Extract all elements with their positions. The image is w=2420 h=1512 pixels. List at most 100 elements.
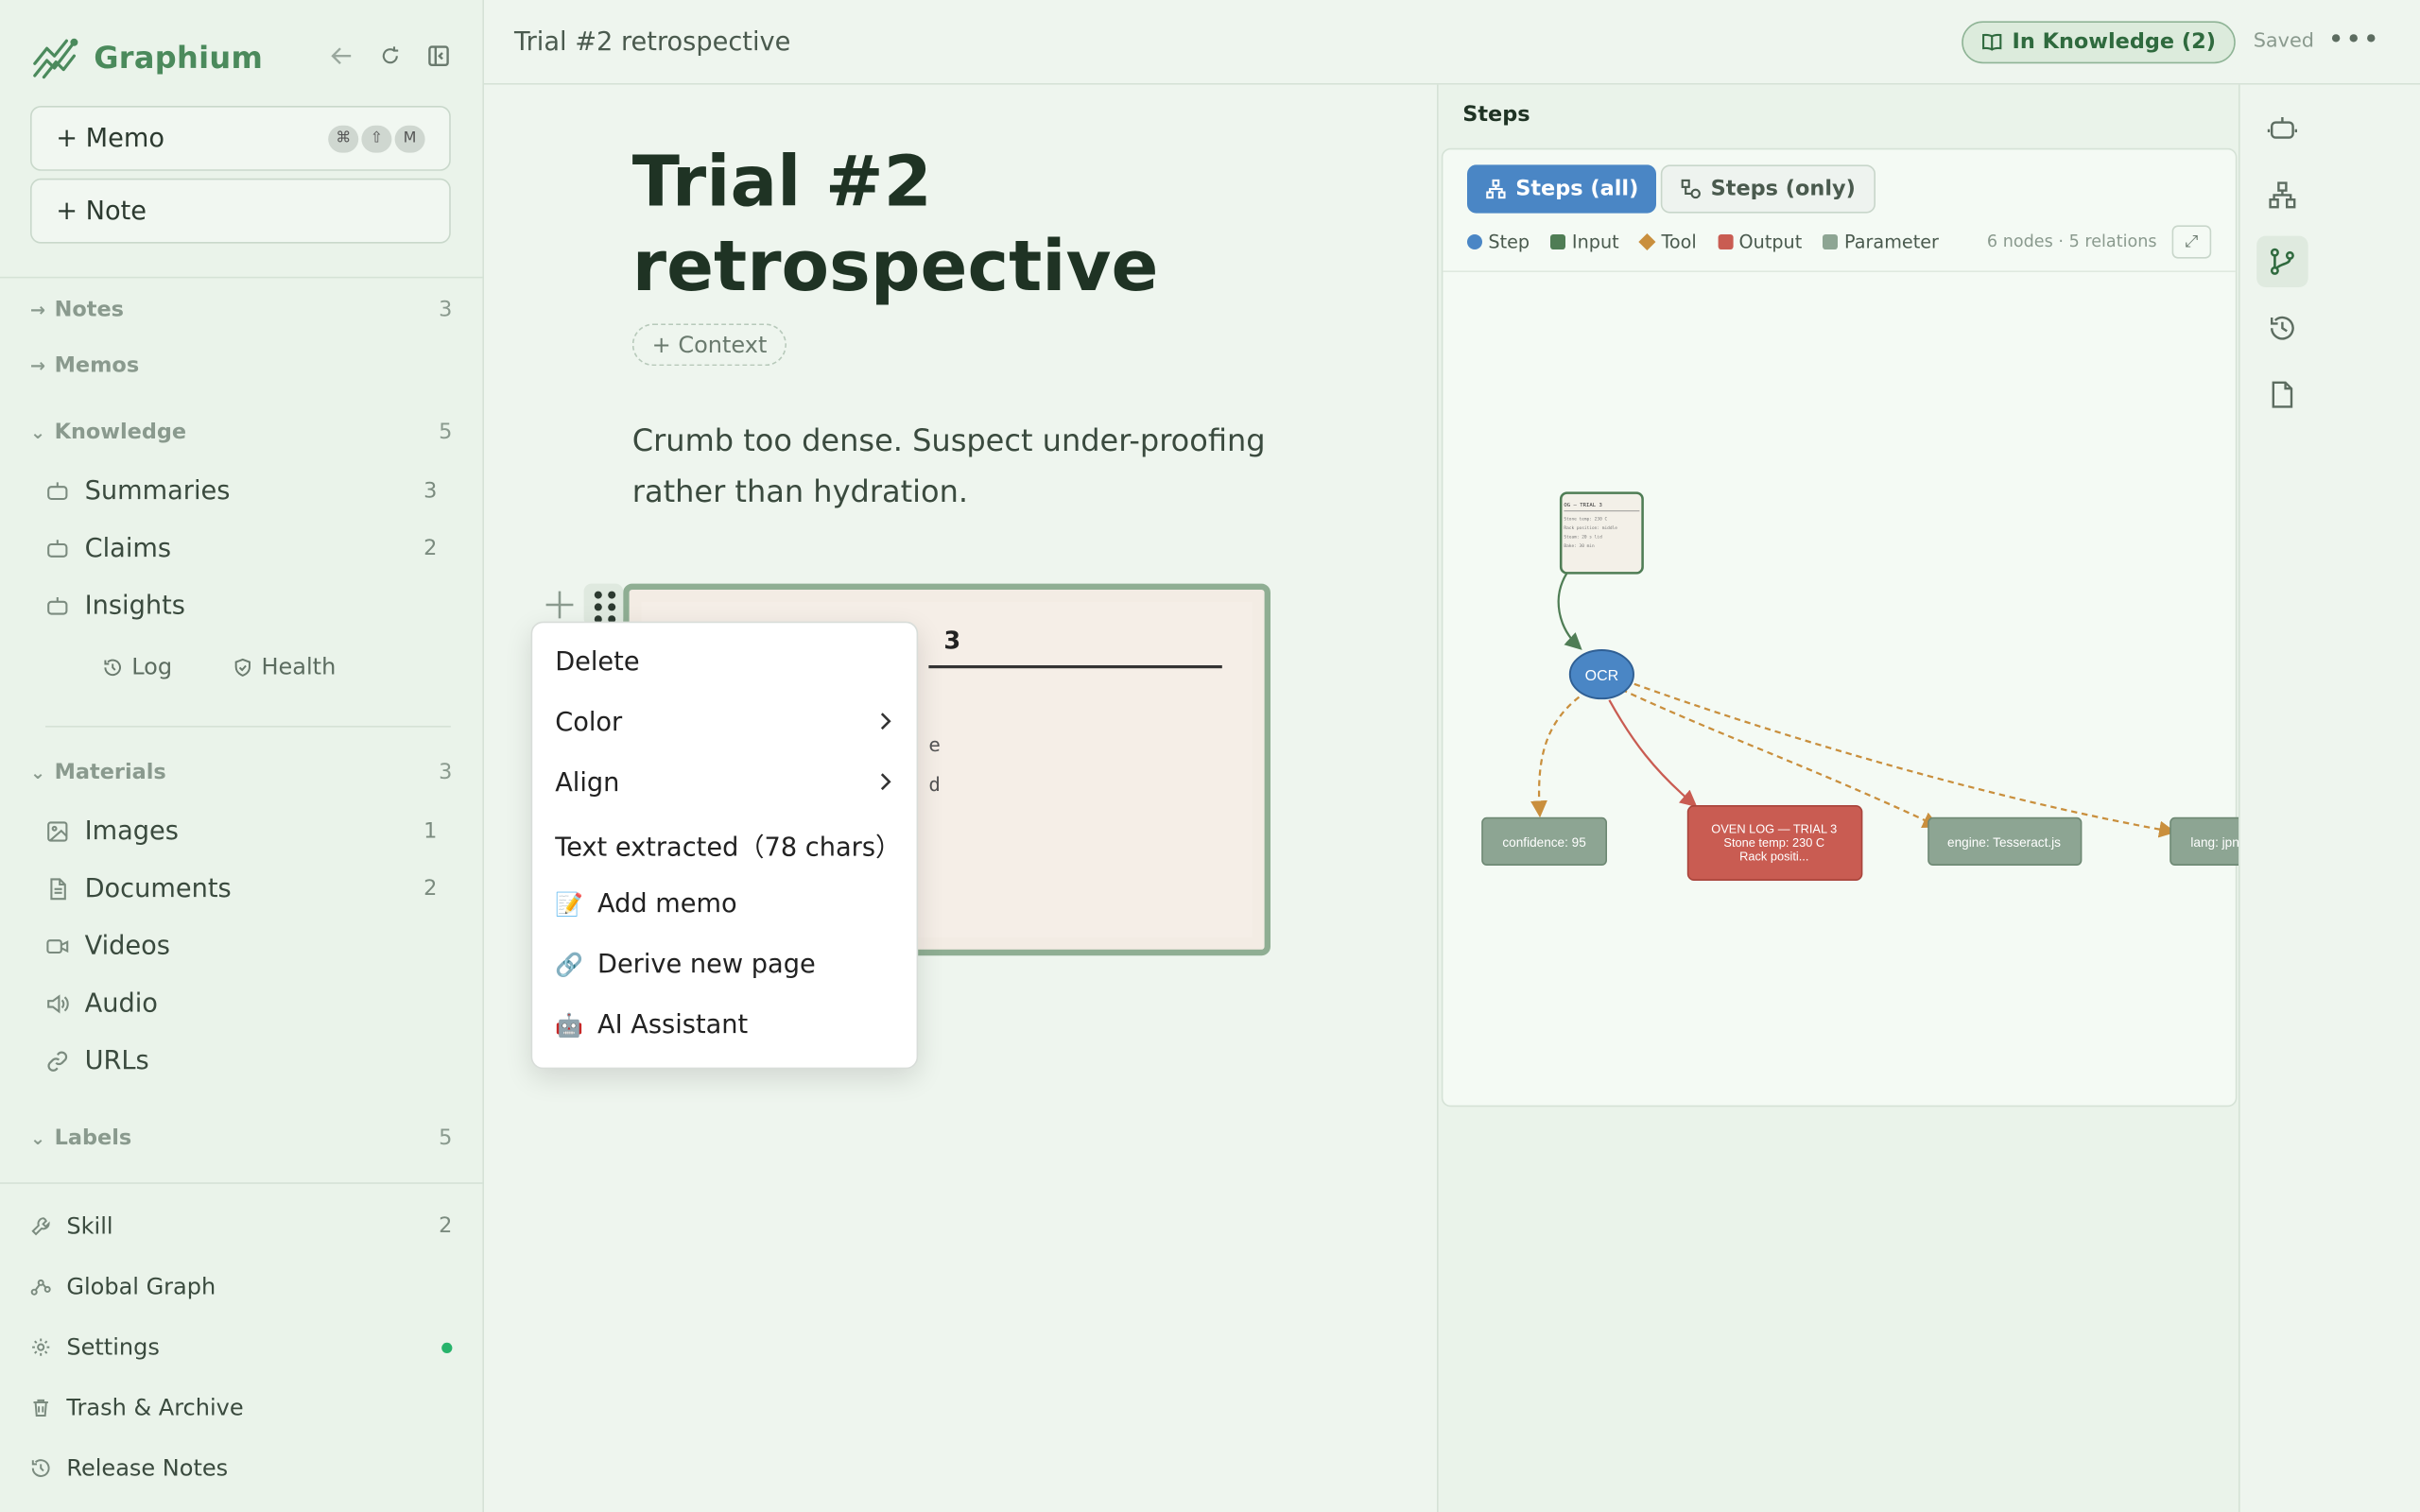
new-memo-button[interactable]: + Memo ⌘ ⇧ M — [30, 106, 451, 171]
chevron-down-icon: ⌄ — [30, 1127, 46, 1149]
body-paragraph[interactable]: Crumb too dense. Suspect under-proofing … — [632, 414, 1298, 517]
collapse-sidebar-icon[interactable] — [425, 43, 453, 70]
section-count: 5 — [439, 420, 453, 445]
param-node-engine[interactable]: engine: Tesseract.js — [1927, 816, 2083, 867]
new-note-button[interactable]: + Note — [30, 178, 451, 244]
section-labels[interactable]: ⌄ Labels 5 — [30, 1124, 452, 1154]
input-node-line: Steam: 20 s lid — [1564, 535, 1602, 541]
badge-label: In Knowledge (2) — [2012, 30, 2216, 55]
expand-icon[interactable]: ⤢ — [2171, 225, 2212, 259]
sidebar-item-label: Audio — [84, 988, 158, 1020]
legend-swatch — [1550, 234, 1566, 249]
section-count: 3 — [439, 298, 453, 322]
sidebar-item-count: 2 — [424, 877, 438, 902]
param-node-confidence[interactable]: confidence: 95 — [1481, 816, 1608, 867]
param-node-lang[interactable]: lang: jpn+eng — [2169, 816, 2238, 866]
add-block-icon[interactable] — [542, 587, 578, 623]
section-materials[interactable]: ⌄ Materials 3 — [30, 758, 452, 788]
sidebar-item-trash[interactable]: Trash & Archive — [30, 1389, 452, 1425]
menu-item-label: Add memo — [597, 888, 737, 919]
legend-swatch — [1638, 232, 1657, 251]
sidebar-item-videos[interactable]: Videos — [45, 925, 437, 968]
step-node-ocr[interactable]: OCR — [1568, 649, 1634, 700]
sidebar: Graphium + Memo ⌘ ⇧ M + Note → Notes 3 →… — [0, 0, 484, 1512]
menu-item-align[interactable]: Align — [532, 753, 916, 814]
add-context-button[interactable]: + Context — [631, 323, 787, 367]
menu-item-color[interactable]: Color — [532, 693, 916, 753]
menu-item-derive-page[interactable]: 🔗 Derive new page — [532, 935, 916, 995]
sidebar-item-claims[interactable]: Claims 2 — [45, 527, 437, 570]
branch-icon[interactable] — [2256, 235, 2308, 287]
sidebar-item-audio[interactable]: Audio — [45, 983, 437, 1025]
input-node[interactable]: OG — TRIAL 3 Stone temp: 230 C Rack posi… — [1559, 491, 1644, 575]
sidebar-item-documents[interactable]: Documents 2 — [45, 868, 437, 910]
sidebar-item-label: Images — [84, 816, 179, 847]
menu-item-text-extracted[interactable]: Text extracted（78 chars） — [532, 814, 916, 874]
drag-handle-icon[interactable] — [583, 583, 624, 627]
brand[interactable]: Graphium — [30, 33, 263, 81]
param-node-label: confidence: 95 — [1502, 835, 1585, 850]
robot-icon — [45, 537, 70, 561]
graph-legend: Step Input Tool Output Parameter — [1467, 232, 1939, 252]
chevron-down-icon: ⌄ — [30, 762, 46, 783]
edge-step-to-confidence — [1530, 696, 1581, 818]
arrow-right-icon: → — [30, 299, 46, 321]
link-icon — [45, 1049, 70, 1074]
tab-steps-all[interactable]: Steps (all) — [1467, 164, 1657, 214]
legend-swatch — [1718, 234, 1734, 249]
legend-step: Step — [1467, 232, 1530, 252]
output-node-line: OVEN LOG — TRIAL 3 — [1711, 822, 1837, 836]
in-knowledge-badge[interactable]: In Knowledge (2) — [1962, 21, 2236, 64]
shortcut-key: ⇧ — [361, 125, 392, 152]
hierarchy-icon — [1486, 179, 1506, 199]
chevron-right-icon — [879, 769, 894, 798]
legend-swatch — [1467, 234, 1482, 249]
page-title[interactable]: Trial #2 retrospective — [632, 139, 1283, 308]
graphium-logo-icon — [33, 38, 78, 79]
section-notes[interactable]: → Notes 3 — [30, 295, 452, 325]
panel-title: Steps — [1462, 102, 1530, 128]
sidebar-item-health[interactable]: Health — [233, 653, 336, 680]
sidebar-item-urls[interactable]: URLs — [45, 1040, 437, 1083]
menu-item-add-memo[interactable]: 📝 Add memo — [532, 874, 916, 935]
sidebar-item-count: 2 — [424, 537, 438, 561]
tab-steps-only[interactable]: Steps (only) — [1660, 164, 1876, 214]
refresh-icon[interactable] — [376, 43, 404, 70]
divider — [0, 276, 484, 279]
param-node-label: engine: Tesseract.js — [1947, 835, 2061, 850]
status-dot — [441, 1342, 453, 1353]
document-icon — [45, 877, 70, 902]
tab-label: Steps (all) — [1515, 177, 1639, 201]
sidebar-item-label: URLs — [84, 1046, 149, 1077]
legend-label: Tool — [1661, 231, 1697, 253]
document-icon[interactable] — [2266, 378, 2299, 411]
menu-item-ai-assistant[interactable]: 🤖 AI Assistant — [532, 995, 916, 1056]
video-icon — [45, 935, 70, 959]
chevron-down-icon: ⌄ — [30, 421, 46, 443]
legend-label: Output — [1738, 231, 1803, 253]
hierarchy-icon[interactable] — [2266, 179, 2299, 212]
section-memos[interactable]: → Memos — [30, 351, 452, 381]
flow-icon — [1681, 179, 1701, 199]
menu-item-label: Text extracted（78 chars） — [555, 832, 902, 863]
app-name: Graphium — [94, 39, 264, 76]
section-knowledge[interactable]: ⌄ Knowledge 5 — [30, 418, 452, 448]
sidebar-item-images[interactable]: Images 1 — [45, 811, 437, 853]
input-node-line: Bake: 30 min — [1564, 543, 1595, 549]
robot-icon[interactable] — [2266, 112, 2299, 145]
sidebar-item-log[interactable]: Log — [103, 653, 172, 680]
back-arrow-icon[interactable] — [328, 43, 355, 70]
sidebar-item-summaries[interactable]: Summaries 3 — [45, 471, 437, 513]
sidebar-item-settings[interactable]: Settings — [30, 1329, 453, 1365]
knowledge-subnav: Log Health — [103, 653, 336, 680]
history-icon[interactable] — [2266, 312, 2299, 345]
section-label: Memos — [54, 353, 140, 378]
section-label: Materials — [54, 760, 166, 785]
more-options-icon[interactable]: ••• — [2328, 25, 2381, 57]
output-node[interactable]: OVEN LOG — TRIAL 3 Stone temp: 230 C Rac… — [1686, 805, 1863, 882]
sidebar-item-global-graph[interactable]: Global Graph — [30, 1268, 452, 1304]
sidebar-item-insights[interactable]: Insights — [45, 585, 437, 627]
menu-item-delete[interactable]: Delete — [532, 632, 916, 693]
sidebar-item-skill[interactable]: Skill 2 — [30, 1208, 452, 1244]
sidebar-item-release-notes[interactable]: Release Notes — [30, 1450, 452, 1486]
